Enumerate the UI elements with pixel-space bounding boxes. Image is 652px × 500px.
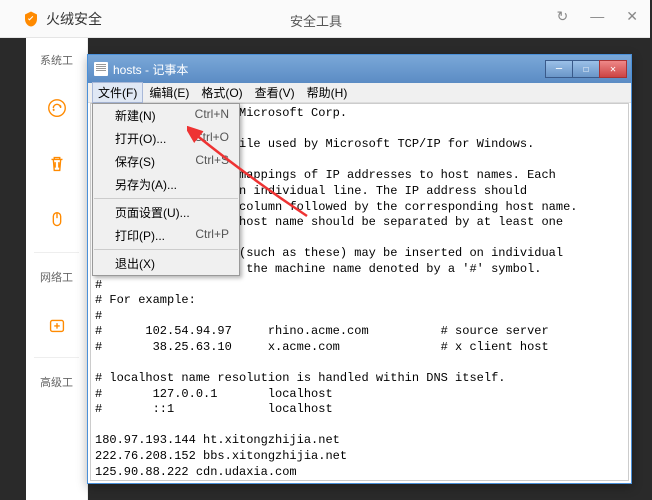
notepad-window: hosts - 记事本 ─ ☐ ✕ 文件(F) 编辑(E) 格式(O) 查看(V…: [87, 54, 632, 484]
menu-item-label: 新建(N): [115, 107, 156, 124]
menu-page-setup[interactable]: 页面设置(U)...: [93, 201, 239, 224]
menu-help[interactable]: 帮助(H): [301, 82, 354, 103]
menu-separator: [94, 249, 238, 250]
sidebar-item-system[interactable]: 系统工: [26, 38, 87, 82]
sidebar-label: 网络工: [40, 269, 73, 285]
close-icon[interactable]: ✕: [626, 8, 638, 25]
menu-shortcut: Ctrl+O: [194, 130, 229, 147]
close-button[interactable]: ✕: [599, 60, 627, 78]
minimize-button[interactable]: ─: [545, 60, 573, 78]
menu-open[interactable]: 打开(O)... Ctrl+O: [93, 127, 239, 150]
minimize-icon[interactable]: —: [590, 8, 604, 25]
app-section-title: 安全工具: [290, 11, 342, 30]
sidebar-trash-icon[interactable]: [26, 138, 87, 194]
menu-save[interactable]: 保存(S) Ctrl+S: [93, 150, 239, 173]
menu-exit[interactable]: 退出(X): [93, 252, 239, 275]
sidebar-refresh-icon[interactable]: [26, 82, 87, 138]
menu-file[interactable]: 文件(F): [92, 82, 143, 103]
menu-saveas[interactable]: 另存为(A)...: [93, 173, 239, 196]
notepad-menubar: 文件(F) 编辑(E) 格式(O) 查看(V) 帮助(H): [88, 83, 631, 103]
menu-shortcut: Ctrl+S: [195, 153, 229, 170]
sidebar-label: 系统工: [40, 52, 73, 68]
huorong-titlebar: 火绒安全 安全工具 ↻ — ✕: [0, 0, 650, 38]
maximize-button[interactable]: ☐: [572, 60, 600, 78]
menu-edit[interactable]: 编辑(E): [143, 82, 195, 103]
menu-item-label: 页面设置(U)...: [115, 204, 190, 221]
menu-separator: [94, 198, 238, 199]
menu-item-label: 保存(S): [115, 153, 155, 170]
file-dropdown: 新建(N) Ctrl+N 打开(O)... Ctrl+O 保存(S) Ctrl+S 另…: [92, 103, 240, 276]
refresh-icon[interactable]: ↻: [557, 8, 569, 25]
shield-icon: [22, 10, 40, 28]
menu-item-label: 退出(X): [115, 255, 155, 272]
menu-item-label: 另存为(A)...: [115, 176, 177, 193]
sidebar-add-icon[interactable]: [26, 299, 87, 355]
menu-shortcut: Ctrl+N: [195, 107, 229, 124]
notepad-title-text: hosts - 记事本: [113, 61, 188, 78]
menu-view[interactable]: 查看(V): [249, 82, 301, 103]
menu-shortcut: Ctrl+P: [195, 227, 229, 244]
menu-item-label: 打开(O)...: [115, 130, 166, 147]
menu-new[interactable]: 新建(N) Ctrl+N: [93, 104, 239, 127]
sidebar-label: 高级工: [40, 374, 73, 390]
menu-format[interactable]: 格式(O): [195, 82, 248, 103]
sidebar-mouse-icon[interactable]: [26, 194, 87, 250]
app-brand: 火绒安全: [46, 9, 102, 29]
document-icon: [94, 62, 108, 76]
notepad-titlebar[interactable]: hosts - 记事本 ─ ☐ ✕: [88, 55, 631, 83]
sidebar: 系统工 网络工 高级工: [26, 38, 88, 500]
menu-print[interactable]: 打印(P)... Ctrl+P: [93, 224, 239, 247]
sidebar-item-network[interactable]: 网络工: [26, 255, 87, 299]
sidebar-item-advanced[interactable]: 高级工: [26, 360, 87, 404]
menu-item-label: 打印(P)...: [115, 227, 165, 244]
